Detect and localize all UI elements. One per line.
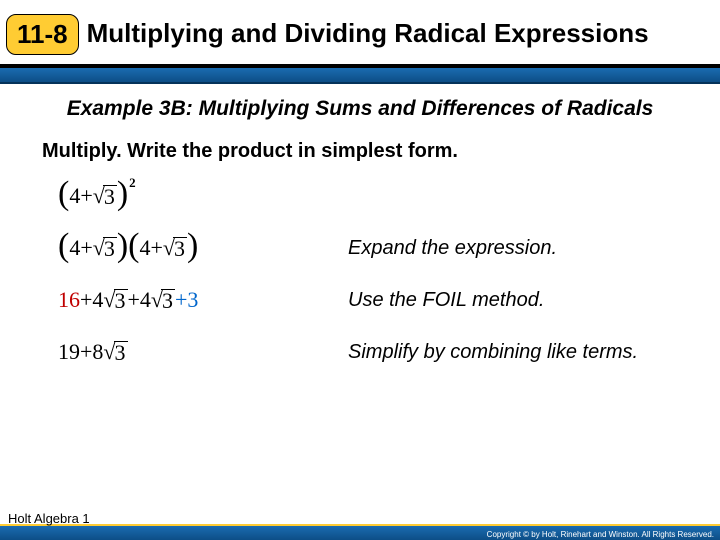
lesson-number-badge: 11-8 [6,14,79,55]
worked-steps: ( 4 + 3 ) 2 ( 4 + 3 )( 4 + 3 ) Expand th… [58,181,700,367]
example-title: Example 3B: Multiplying Sums and Differe… [20,96,700,122]
step-3: 16 + 4 3 + 4 3 + 3 Use the FOIL method. [58,285,700,315]
slide-content: Example 3B: Multiplying Sums and Differe… [20,96,700,389]
footer-copyright: Copyright © by Holt, Rinehart and Winsto… [487,530,714,539]
slide-header: 11-8 Multiplying and Dividing Radical Ex… [0,0,720,68]
step-4-note: Simplify by combining like terms. [348,341,638,364]
step-4: 19 + 8 3 Simplify by combining like term… [58,337,700,367]
instruction-text: Multiply. Write the product in simplest … [42,140,700,163]
footer-brand: Holt Algebra 1 [8,511,90,526]
step-1-expression: ( 4 + 3 ) 2 [58,183,348,209]
step-2-note: Expand the expression. [348,237,557,260]
header-blue-band [0,68,720,84]
step-3-note: Use the FOIL method. [348,289,544,312]
step-1: ( 4 + 3 ) 2 [58,181,700,211]
step-2-expression: ( 4 + 3 )( 4 + 3 ) [58,235,348,261]
lesson-title: Multiplying and Dividing Radical Express… [87,20,649,47]
slide-footer: Holt Algebra 1 Copyright © by Holt, Rine… [0,512,720,540]
step-4-expression: 19 + 8 3 [58,339,348,365]
step-2: ( 4 + 3 )( 4 + 3 ) Expand the expression… [58,233,700,263]
step-3-expression: 16 + 4 3 + 4 3 + 3 [58,287,348,313]
